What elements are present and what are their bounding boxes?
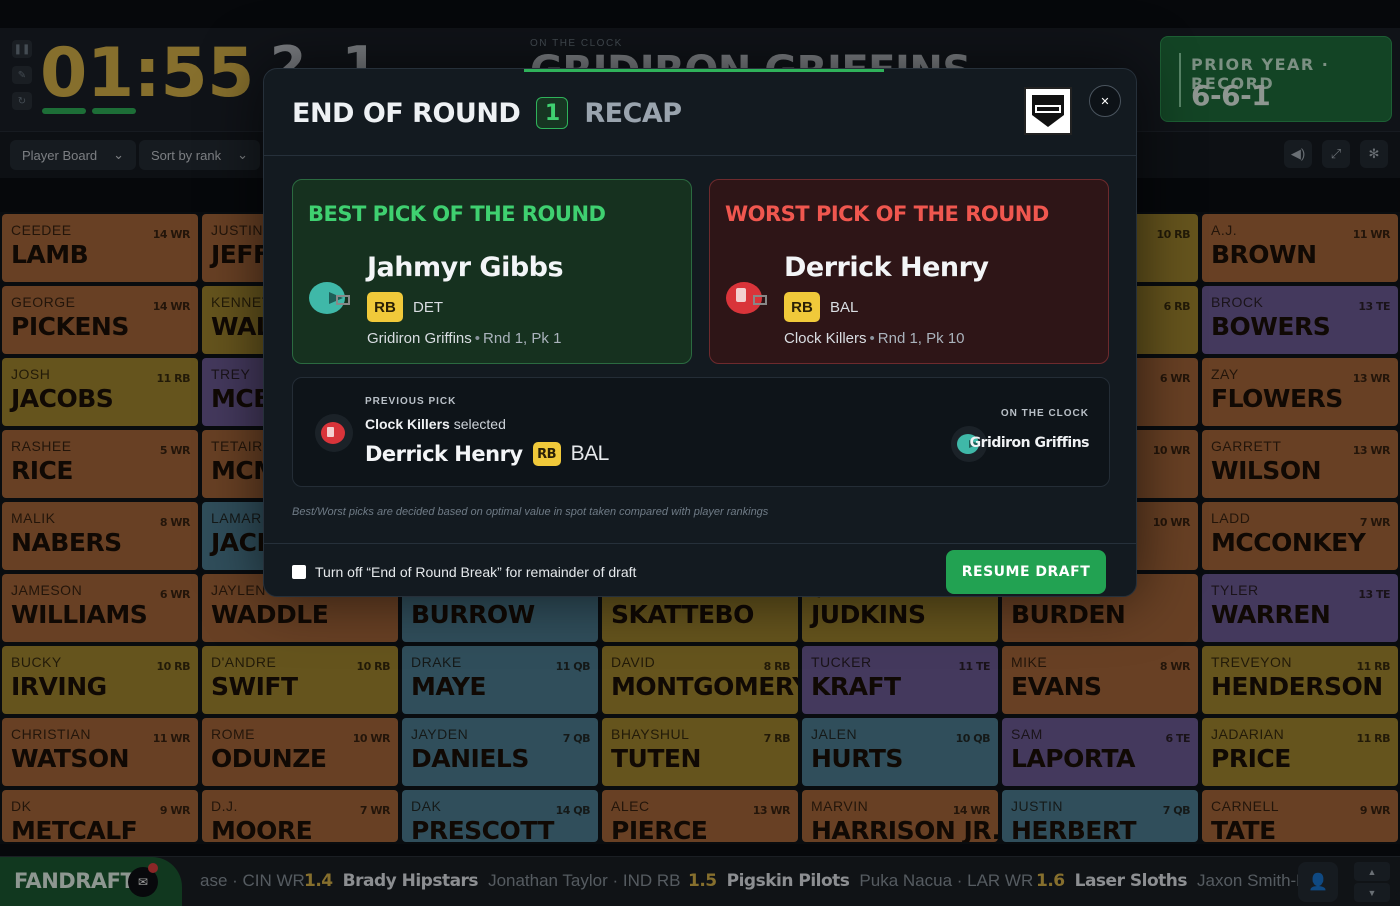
nfl-team: BAL bbox=[830, 299, 859, 316]
position-badge: RB bbox=[532, 442, 561, 466]
modal-title: END OF ROUND 1 RECAP bbox=[292, 97, 682, 129]
modal-footer: Turn off “End of Round Break” for remain… bbox=[264, 543, 1136, 596]
previous-pick-team: Clock Killers selected bbox=[365, 416, 506, 432]
league-logo bbox=[1024, 87, 1072, 135]
pick-info: Gridiron Griffins • Rnd 1, Pk 1 bbox=[367, 330, 562, 347]
position-badge: RB bbox=[367, 292, 403, 322]
on-the-clock-team: Gridiron Griffins bbox=[969, 435, 1090, 451]
nfl-team: DET bbox=[413, 299, 443, 316]
pick-info: Clock Killers • Rnd 1, Pk 10 bbox=[784, 330, 965, 347]
clock-killers-helmet-icon bbox=[726, 282, 767, 314]
worst-player-name: Derrick Henry bbox=[784, 252, 989, 283]
previous-pick-label: PREVIOUS PICK bbox=[365, 396, 457, 407]
recap-note: Best/Worst picks are decided based on op… bbox=[292, 506, 769, 518]
griffins-helmet-icon bbox=[309, 282, 350, 314]
clock-killers-helmet-icon bbox=[315, 414, 353, 452]
previous-pick-player: Derrick Henry RB BAL bbox=[365, 442, 609, 466]
resume-draft-button[interactable]: RESUME DRAFT bbox=[946, 550, 1106, 594]
end-of-round-break-checkbox[interactable] bbox=[292, 565, 306, 579]
end-of-round-modal: END OF ROUND 1 RECAP ✕ BEST PICK OF THE … bbox=[263, 68, 1137, 597]
on-the-clock-label: ON THE CLOCK bbox=[1000, 408, 1089, 419]
position-badge: RB bbox=[784, 292, 820, 322]
checkbox-label[interactable]: Turn off “End of Round Break” for remain… bbox=[315, 564, 636, 580]
worst-pick-card: WORST PICK OF THE ROUND Derrick Henry RB… bbox=[709, 179, 1109, 364]
best-player-name: Jahmyr Gibbs bbox=[367, 252, 564, 283]
best-pick-card: BEST PICK OF THE ROUND Jahmyr Gibbs RB D… bbox=[292, 179, 692, 364]
close-icon[interactable]: ✕ bbox=[1089, 85, 1121, 117]
previous-pick-card: PREVIOUS PICK Clock Killers selected Der… bbox=[292, 377, 1110, 487]
round-badge: 1 bbox=[536, 97, 569, 129]
